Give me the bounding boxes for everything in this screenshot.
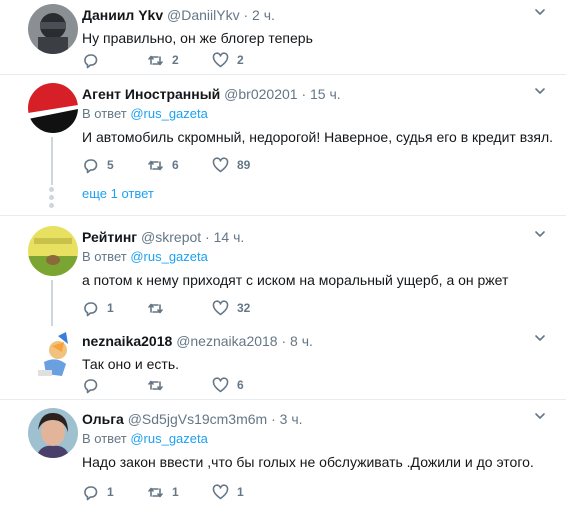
thread-line — [51, 280, 53, 326]
reply-icon — [84, 301, 98, 316]
reply-count: 1 — [107, 485, 114, 499]
reply-button[interactable]: 5 — [82, 157, 147, 174]
tweet[interactable]: Рейтинг @skrepot · 14 ч. В ответ @rus_ga… — [0, 216, 566, 326]
retweet-count: 1 — [172, 485, 179, 499]
reply-to-mention[interactable]: @rus_gazeta — [130, 249, 208, 264]
timestamp[interactable]: 2 ч. — [252, 7, 275, 23]
tweet[interactable]: neznaika2018 @neznaika2018 · 8 ч. Так он… — [0, 326, 566, 399]
timestamp[interactable]: 8 ч. — [290, 333, 313, 349]
like-button[interactable]: 32 — [212, 299, 277, 317]
user-name[interactable]: neznaika2018 — [82, 333, 172, 349]
avatar[interactable] — [28, 83, 78, 133]
tweet[interactable]: Даниил Ykv @DaniilYkv · 2 ч. Ну правильн… — [0, 0, 566, 74]
tweet[interactable]: Агент Иностранный @br020201 · 15 ч. В от… — [0, 75, 566, 215]
user-handle[interactable]: @Sd5jgVs19cm3m6m — [128, 411, 268, 427]
like-count: 6 — [237, 378, 244, 392]
reply-icon — [84, 158, 98, 173]
like-button[interactable]: 1 — [212, 483, 277, 501]
retweet-icon — [148, 160, 163, 170]
reply-icon — [84, 53, 98, 68]
reply-to-label: В ответ — [82, 106, 127, 121]
timestamp[interactable]: 3 ч. — [280, 411, 303, 427]
like-button[interactable]: 89 — [212, 156, 277, 174]
separator-dot: · — [243, 7, 249, 23]
timestamp[interactable]: 14 ч. — [214, 229, 245, 245]
like-count: 1 — [237, 485, 244, 499]
like-count: 2 — [237, 53, 244, 67]
separator-dot: · — [281, 333, 287, 349]
reply-to-label: В ответ — [82, 249, 127, 264]
chevron-down-icon[interactable] — [534, 410, 546, 422]
like-icon — [212, 51, 229, 67]
retweet-icon — [148, 487, 163, 497]
reply-count: 1 — [107, 301, 114, 315]
separator-dot: · — [205, 229, 210, 245]
user-name[interactable]: Ольга — [82, 411, 124, 427]
separator-dot: · — [301, 86, 307, 102]
separator-dot: · — [271, 411, 276, 427]
chevron-down-icon[interactable] — [534, 85, 546, 97]
timestamp[interactable]: 15 ч. — [310, 86, 341, 102]
retweet-button[interactable]: 1 — [147, 484, 212, 501]
retweet-button[interactable]: 2 — [147, 52, 212, 69]
tweet-text: Надо закон ввести ,что бы голых не обслу… — [82, 454, 534, 470]
avatar[interactable] — [28, 330, 78, 380]
like-count: 89 — [237, 158, 251, 172]
retweet-icon — [148, 55, 163, 65]
tweet-text: а потом к нему приходят с иском на морал… — [82, 272, 509, 288]
tweet-text: И автомобиль скромный, недорогой! Наверн… — [82, 129, 554, 145]
reply-to-line: В ответ @rus_gazeta — [82, 105, 546, 123]
user-name[interactable]: Рейтинг — [82, 229, 137, 245]
retweet-button[interactable] — [147, 377, 212, 394]
like-icon — [212, 483, 229, 499]
tweet-text: Так оно и есть. — [82, 356, 180, 372]
like-icon — [212, 376, 229, 392]
retweet-count: 2 — [172, 53, 179, 67]
reply-count: 5 — [107, 158, 114, 172]
chevron-down-icon[interactable] — [534, 228, 546, 240]
more-replies-link[interactable]: еще 1 ответ — [82, 186, 154, 201]
user-name[interactable]: Агент Иностранный — [82, 86, 220, 102]
retweet-count: 6 — [172, 158, 179, 172]
retweet-button[interactable] — [147, 300, 212, 317]
like-count: 32 — [237, 301, 251, 315]
reply-to-mention[interactable]: @rus_gazeta — [130, 106, 208, 121]
like-button[interactable]: 6 — [212, 376, 277, 394]
chevron-down-icon[interactable] — [534, 6, 546, 18]
reply-to-mention[interactable]: @rus_gazeta — [130, 431, 208, 446]
like-icon — [212, 299, 229, 315]
more-replies-dots — [49, 184, 54, 211]
avatar[interactable] — [28, 226, 78, 276]
avatar[interactable] — [28, 4, 78, 54]
reply-button[interactable]: 1 — [82, 300, 147, 317]
chevron-down-icon[interactable] — [534, 332, 546, 344]
tweet-text: Ну правильно, он же блогер теперь — [82, 30, 313, 46]
avatar[interactable] — [28, 408, 78, 458]
retweet-button[interactable]: 6 — [147, 157, 212, 174]
reply-to-label: В ответ — [82, 431, 127, 446]
user-name[interactable]: Даниил Ykv — [82, 7, 163, 23]
retweet-icon — [148, 380, 163, 390]
retweet-icon — [148, 303, 163, 313]
user-handle[interactable]: @skrepot — [141, 229, 201, 245]
user-handle[interactable]: @DaniilYkv — [167, 7, 240, 23]
user-handle[interactable]: @br020201 — [224, 86, 297, 102]
thread-line — [51, 137, 53, 185]
reply-icon — [84, 378, 98, 393]
reply-to-line: В ответ @rus_gazeta — [82, 248, 546, 266]
like-button[interactable]: 2 — [212, 51, 277, 69]
reply-button[interactable]: 1 — [82, 484, 147, 501]
like-icon — [212, 156, 229, 172]
reply-to-line: В ответ @rus_gazeta — [82, 430, 546, 448]
reply-button[interactable] — [82, 52, 147, 69]
user-handle[interactable]: @neznaika2018 — [176, 333, 277, 349]
reply-button[interactable] — [82, 377, 147, 394]
reply-icon — [84, 485, 98, 500]
tweet[interactable]: Ольга @Sd5jgVs19cm3m6m · 3 ч. В ответ @r… — [0, 400, 566, 506]
